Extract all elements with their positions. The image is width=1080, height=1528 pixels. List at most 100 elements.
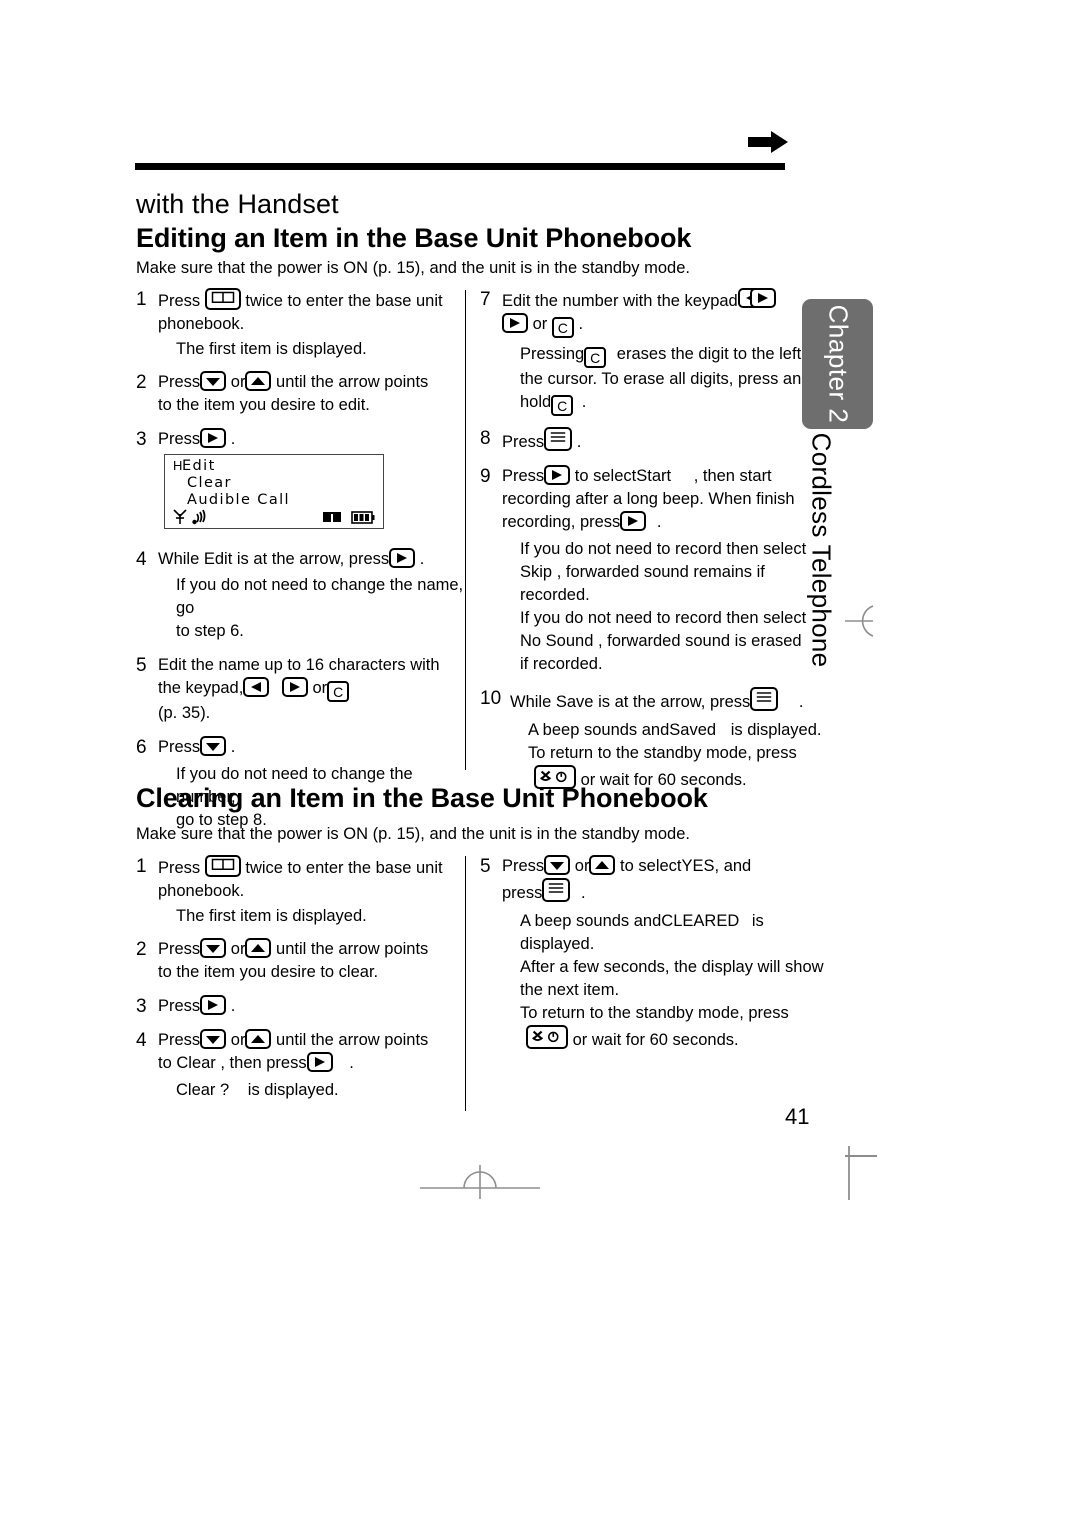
menu-item-name: Clear bbox=[176, 1054, 216, 1072]
menu-key-icon[interactable] bbox=[544, 427, 573, 451]
step-text: Pressing bbox=[520, 345, 585, 363]
clear-key-icon[interactable]: C bbox=[327, 681, 350, 702]
right-arrow-key-icon[interactable] bbox=[502, 313, 528, 333]
phone-off-key-icon[interactable] bbox=[526, 1025, 568, 1049]
page-number: 41 bbox=[785, 1104, 810, 1129]
period: . bbox=[581, 393, 587, 411]
period: . bbox=[656, 513, 662, 531]
press-label: Press bbox=[502, 433, 545, 451]
step-item: 9 Press to selectStart , then start reco… bbox=[480, 465, 840, 676]
or-label: or bbox=[532, 315, 548, 333]
menu-item-name: No Sound bbox=[520, 632, 594, 650]
step-text: is at the arrow, press bbox=[598, 693, 751, 711]
down-arrow-key-icon[interactable] bbox=[200, 371, 227, 391]
step-text: is bbox=[751, 912, 764, 930]
or-label: or bbox=[312, 679, 328, 697]
step-item: 4 While Edit is at the arrow, press . If… bbox=[136, 548, 476, 643]
lcd-status-left bbox=[173, 509, 210, 529]
or-label: or bbox=[230, 373, 246, 391]
menu-item-name: Edit bbox=[203, 550, 233, 568]
left-right-keys-icon[interactable] bbox=[737, 288, 776, 310]
step-text: to the item you desire to edit. bbox=[158, 396, 370, 414]
right-arrow-icon bbox=[748, 130, 788, 154]
left-arrow-key-icon[interactable] bbox=[243, 677, 270, 697]
battery-icon bbox=[351, 509, 375, 528]
clear-key-icon[interactable]: C bbox=[551, 395, 574, 416]
right-arrow-key-icon[interactable] bbox=[544, 465, 571, 485]
press-label: Press bbox=[158, 430, 201, 448]
steps-clear-left: 1 Press twice to enter the base unit pho… bbox=[136, 855, 466, 1104]
or-label: or bbox=[230, 1031, 246, 1049]
right-arrow-key-icon[interactable] bbox=[306, 1052, 333, 1072]
menu-item-name: YES bbox=[681, 857, 715, 875]
step-text: Edit the number with the keypad bbox=[502, 292, 738, 310]
step-item: 5 Press or to selectYES, and press . A b… bbox=[480, 855, 850, 1052]
period: . bbox=[419, 550, 425, 568]
up-arrow-key-icon[interactable] bbox=[245, 371, 272, 391]
up-arrow-key-icon[interactable] bbox=[245, 1029, 272, 1049]
step-item: 1 Press twice to enter the base unit pho… bbox=[136, 288, 466, 369]
step-text: , forwarded sound is erased bbox=[597, 632, 802, 650]
step-text: erases the digit to the left of bbox=[616, 345, 820, 363]
step-number: 5 bbox=[136, 655, 147, 676]
page-title-clear: Clearing an Item in the Base Unit Phoneb… bbox=[136, 783, 708, 813]
step-item: 10 While Save is at the arrow, press . A… bbox=[480, 687, 840, 792]
step-item: 7 Edit the number with the keypad , bbox=[480, 288, 840, 416]
right-arrow-key-icon[interactable] bbox=[200, 428, 227, 448]
down-arrow-key-icon[interactable] bbox=[200, 1029, 227, 1049]
up-arrow-key-icon[interactable] bbox=[245, 938, 272, 958]
down-arrow-key-icon[interactable] bbox=[200, 938, 227, 958]
up-arrow-key-icon[interactable] bbox=[589, 855, 616, 875]
step-item: 2 Press or until the arrow points to the… bbox=[136, 371, 466, 417]
step-text: until the arrow points bbox=[276, 940, 429, 958]
press-label: Press bbox=[158, 1031, 201, 1049]
step-item: 3 Press . bbox=[136, 428, 466, 451]
step-text: is at the arrow, press bbox=[236, 550, 390, 568]
step-number: 10 bbox=[480, 688, 502, 709]
step-text: A beep sounds and bbox=[528, 721, 670, 739]
phonebook-key-icon[interactable] bbox=[204, 855, 241, 877]
down-arrow-key-icon[interactable] bbox=[544, 855, 571, 875]
step-note: If you do not need to change the name, g… bbox=[176, 576, 464, 617]
lead-text-clear: Make sure that the power is ON (p. 15), … bbox=[136, 825, 690, 843]
period: . bbox=[798, 693, 804, 711]
book-icon bbox=[322, 509, 342, 528]
step-text: until the arrow points bbox=[276, 373, 429, 391]
menu-key-icon[interactable] bbox=[542, 878, 571, 902]
step-text: Edit the name up to 16 characters with bbox=[158, 656, 440, 674]
right-arrow-key-icon[interactable] bbox=[389, 548, 416, 568]
right-arrow-key-icon[interactable] bbox=[281, 677, 308, 697]
step-note: to step 6. bbox=[176, 622, 244, 640]
step-note: The first item is displayed. bbox=[176, 907, 367, 925]
steps-edit-left: 1 Press twice to enter the base unit pho… bbox=[136, 288, 466, 453]
registration-mark-bottom bbox=[420, 1155, 540, 1201]
down-arrow-key-icon[interactable] bbox=[200, 736, 227, 756]
to-label: to bbox=[158, 1054, 172, 1072]
step-number: 1 bbox=[136, 856, 147, 877]
right-arrow-key-icon[interactable] bbox=[620, 511, 647, 531]
right-arrow-key-icon[interactable] bbox=[200, 995, 227, 1015]
menu-key-icon[interactable] bbox=[750, 687, 779, 711]
step-text: the keypad, bbox=[158, 679, 244, 697]
step-text: phonebook. bbox=[158, 315, 245, 333]
right-arrow-key-icon[interactable] bbox=[749, 288, 776, 308]
period: . bbox=[576, 433, 582, 451]
menu-item-name: Start bbox=[636, 467, 672, 485]
signal-icon bbox=[192, 509, 210, 529]
header-rule bbox=[135, 163, 785, 170]
step-text: , and bbox=[714, 857, 752, 875]
step-item: 2 Press or until the arrow points to the… bbox=[136, 938, 466, 984]
step-text: , then start bbox=[693, 467, 772, 485]
or-label: or bbox=[230, 940, 246, 958]
chapter-name: Cordless Telephone bbox=[803, 433, 839, 668]
status-message: Clear ? bbox=[176, 1081, 230, 1099]
press-label: Press bbox=[158, 292, 201, 310]
clear-key-icon[interactable]: C bbox=[584, 347, 607, 368]
step-number: 1 bbox=[136, 289, 147, 310]
press-label: Press bbox=[158, 859, 201, 877]
phonebook-key-icon[interactable] bbox=[204, 288, 241, 310]
clear-key-icon[interactable]: C bbox=[551, 317, 574, 338]
step-text: , forwarded sound remains if bbox=[556, 563, 765, 581]
chapter-tab-label: Chapter 2 bbox=[823, 304, 853, 424]
step-number: 2 bbox=[136, 372, 147, 393]
